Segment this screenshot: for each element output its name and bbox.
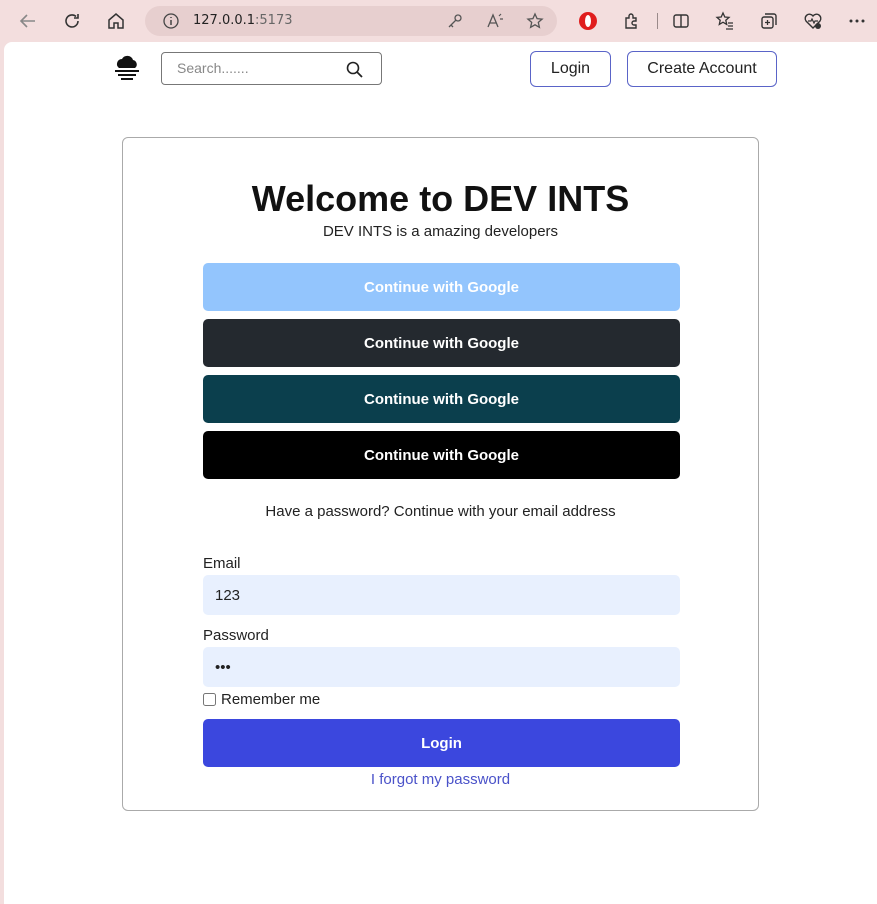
browser-essentials-icon[interactable]: [801, 9, 825, 33]
header-login-button[interactable]: Login: [530, 51, 611, 87]
forgot-password-link[interactable]: I forgot my password: [123, 771, 758, 788]
address-bar[interactable]: 127.0.0.1:5173: [145, 6, 557, 36]
password-label: Password: [203, 627, 269, 644]
create-account-button[interactable]: Create Account: [627, 51, 777, 87]
email-option-text: Have a password? Continue with your emai…: [265, 503, 616, 520]
remember-me-label: Remember me: [221, 691, 321, 708]
key-icon[interactable]: [443, 9, 467, 33]
cloud-logo-icon[interactable]: [112, 54, 142, 88]
google-button-dark[interactable]: Continue with Google: [203, 319, 680, 367]
collections-icon[interactable]: [757, 9, 781, 33]
split-screen-icon[interactable]: [669, 9, 693, 33]
search-icon[interactable]: [346, 61, 363, 82]
login-card: Welcome to DEV INTS DEV INTS is a amazin…: [122, 137, 759, 811]
more-menu-icon[interactable]: [845, 9, 869, 33]
remember-me-checkbox[interactable]: [203, 693, 216, 706]
remember-me[interactable]: Remember me: [203, 691, 320, 708]
google-button-black[interactable]: Continue with Google: [203, 431, 680, 479]
favorite-star-icon[interactable]: [523, 9, 547, 33]
read-aloud-icon[interactable]: [483, 9, 507, 33]
favorites-icon[interactable]: [713, 9, 737, 33]
email-field[interactable]: [203, 575, 680, 615]
search-box[interactable]: [161, 52, 382, 85]
home-icon[interactable]: [104, 9, 128, 33]
toolbar-divider: [657, 13, 658, 29]
opera-icon[interactable]: [576, 9, 600, 33]
login-button[interactable]: Login: [203, 719, 680, 767]
password-field[interactable]: [203, 647, 680, 687]
extensions-icon[interactable]: [620, 9, 644, 33]
info-icon[interactable]: [159, 9, 183, 33]
page: Login Create Account Welcome to DEV INTS…: [4, 42, 877, 904]
back-icon[interactable]: [16, 9, 40, 33]
page-subtitle: DEV INTS is a amazing developers: [322, 223, 559, 240]
email-label: Email: [203, 555, 241, 572]
google-button-light[interactable]: Continue with Google: [203, 263, 680, 311]
page-title: Welcome to DEV INTS: [251, 178, 630, 219]
google-button-teal[interactable]: Continue with Google: [203, 375, 680, 423]
search-input[interactable]: [177, 60, 337, 76]
refresh-icon[interactable]: [60, 9, 84, 33]
browser-toolbar: 127.0.0.1:5173: [0, 0, 877, 42]
url-text: 127.0.0.1:5173: [193, 13, 293, 28]
